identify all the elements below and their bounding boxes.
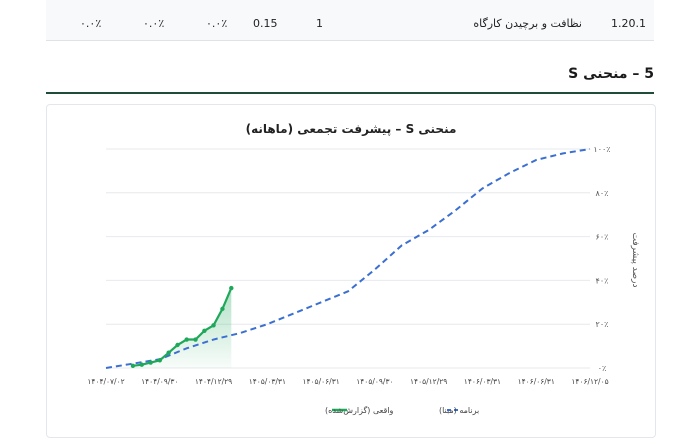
legend-label-actual: واقعی (گزارش‌شده): [325, 405, 394, 415]
table-cell-percent-2: ۰.۰٪: [143, 17, 165, 30]
x-tick-label: ۱۴۰۶/۰۳/۳۱: [464, 377, 501, 386]
actual-point: [148, 360, 153, 365]
y-axis-label: درصد پیشرفت: [630, 233, 640, 288]
y-axis-ticks: ۰٪ ۲۰٪ ۴۰٪ ۶۰٪ ۸۰٪ ۱۰۰٪: [593, 145, 610, 373]
table-cell-percent-1: ۰.۰٪: [206, 17, 228, 30]
plot-area: [105, 148, 591, 369]
actual-point: [166, 350, 171, 355]
actual-point: [139, 362, 144, 367]
x-tick-label: ۱۴۰۵/۰۶/۳۱: [302, 377, 339, 386]
x-tick-label: ۱۴۰۶/۱۲/۰۵: [571, 377, 608, 386]
y-tick-label: ۲۰٪: [596, 320, 609, 329]
table-row: 1.20.1 نظافت و برچیدن کارگاه 1 0.15 ۰.۰٪…: [46, 0, 654, 41]
chart-legend: برنامه (مبنا) واقعی (گزارش‌شده): [325, 405, 479, 415]
actual-point: [193, 337, 198, 342]
chart-grid: [106, 148, 590, 369]
actual-point: [211, 323, 216, 328]
actual-point: [130, 363, 136, 369]
actual-point: [157, 358, 162, 363]
x-tick-label: ۱۴۰۵/۰۳/۳۱: [249, 377, 286, 386]
actual-point: [229, 285, 234, 291]
table-cell-count: 1: [316, 17, 323, 30]
x-tick-label: ۱۴۰۴/۱۲/۲۹: [195, 377, 232, 386]
x-tick-label: ۱۴۰۶/۰۶/۳۱: [518, 377, 555, 386]
chart-title: منحنی S – پیشرفت تجمعی (ماهانه): [246, 122, 457, 136]
actual-point: [220, 306, 225, 312]
y-tick-label: ۴۰٪: [596, 276, 609, 285]
y-tick-label: ۸۰٪: [596, 189, 609, 198]
chart-card: منحنی S – پیشرفت تجمعی (ماهانه) ۰٪ ۲۰٪ ۴۰٪…: [46, 104, 656, 438]
x-tick-label: ۱۴۰۵/۱۲/۲۹: [410, 377, 447, 386]
actual-point: [184, 337, 189, 342]
series-line-plan: [105, 148, 591, 369]
x-axis-ticks: ۱۴۰۴/۰۷/۰۲ ۱۴۰۴/۰۹/۳۰ ۱۴۰۴/۱۲/۲۹ ۱۴۰۵/۰۳/۳۱…: [87, 377, 608, 386]
y-tick-label: ۰٪: [598, 364, 607, 373]
x-tick-label: ۱۴۰۴/۰۹/۳۰: [141, 377, 178, 386]
x-tick-label: ۱۴۰۴/۰۷/۰۲: [87, 377, 124, 386]
x-tick-label: ۱۴۰۵/۰۹/۳۰: [356, 377, 393, 386]
legend-label-plan: برنامه (مبنا): [439, 406, 479, 415]
table-cell-weight: 0.15: [253, 17, 278, 30]
y-tick-label: ۶۰٪: [596, 233, 609, 242]
actual-point: [202, 328, 207, 333]
section-divider: [46, 92, 654, 94]
actual-point: [175, 342, 180, 348]
table-cell-description: نظافت و برچیدن کارگاه: [473, 17, 582, 30]
table-cell-percent-3: ۰.۰٪: [80, 17, 102, 30]
table-cell-code: 1.20.1: [611, 17, 646, 30]
s-curve-chart: منحنی S – پیشرفت تجمعی (ماهانه) ۰٪ ۲۰٪ ۴۰٪…: [87, 122, 640, 415]
section-title: 5 – منحنی S: [568, 66, 654, 82]
actual-area-fill: [132, 288, 232, 368]
y-tick-label: ۱۰۰٪: [593, 145, 610, 154]
